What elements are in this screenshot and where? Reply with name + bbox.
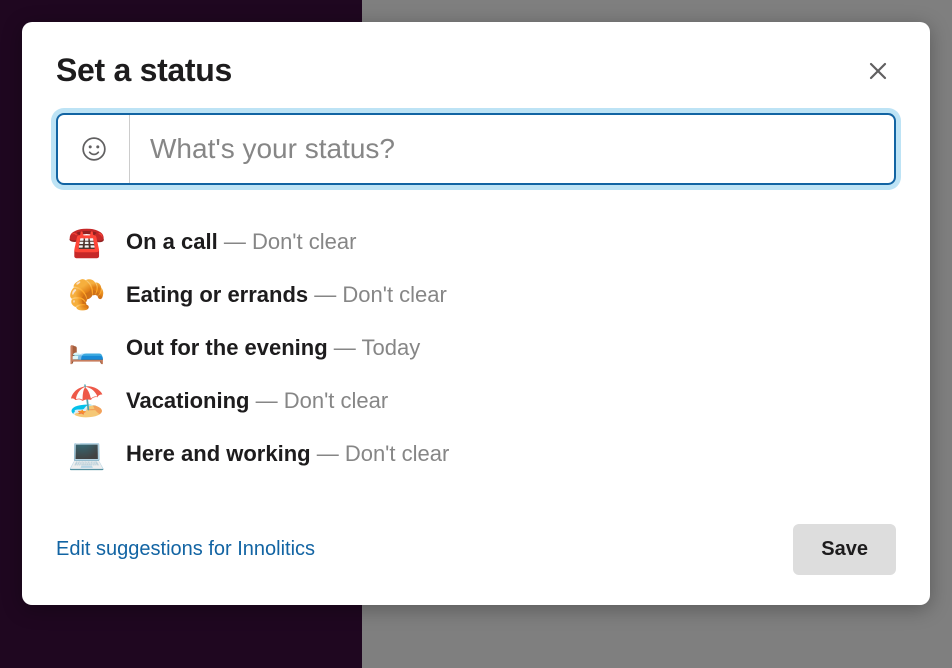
separator: — [249,388,283,413]
suggestion-duration: Don't clear [284,388,388,413]
croissant-icon: 🥐 [68,278,104,313]
modal-footer: Edit suggestions for Innolitics Save [56,524,896,575]
edit-suggestions-link[interactable]: Edit suggestions for Innolitics [56,538,315,561]
separator: — [311,441,345,466]
laptop-icon: 💻 [68,437,104,472]
suggestion-duration: Today [362,335,421,360]
modal-title: Set a status [56,52,232,89]
status-suggestions-list: ☎️ On a call — Don't clear 🥐 Eating or e… [56,217,896,480]
suggestion-label: Eating or errands [126,282,308,307]
close-button[interactable] [860,53,896,89]
separator: — [308,282,342,307]
separator: — [218,229,252,254]
suggestion-label: Vacationing [126,388,249,413]
suggestion-item[interactable]: 🥐 Eating or errands — Don't clear [68,270,896,321]
suggestion-label: Here and working [126,441,311,466]
bed-icon: 🛏️ [68,331,104,366]
suggestion-item[interactable]: 🛏️ Out for the evening — Today [68,323,896,374]
beach-icon: 🏖️ [68,384,104,419]
suggestion-item[interactable]: 🏖️ Vacationing — Don't clear [68,376,896,427]
suggestion-label: Out for the evening [126,335,328,360]
suggestion-text: Out for the evening — Today [126,334,420,363]
suggestion-label: On a call [126,229,218,254]
suggestion-item[interactable]: ☎️ On a call — Don't clear [68,217,896,268]
save-button[interactable]: Save [793,524,896,575]
suggestion-duration: Don't clear [342,282,446,307]
separator: — [328,335,362,360]
suggestion-item[interactable]: 💻 Here and working — Don't clear [68,429,896,480]
status-input[interactable] [130,115,894,183]
suggestion-text: Vacationing — Don't clear [126,387,388,416]
emoji-picker-button[interactable] [58,115,130,183]
suggestion-duration: Don't clear [345,441,449,466]
suggestion-text: On a call — Don't clear [126,228,356,257]
suggestion-text: Eating or errands — Don't clear [126,281,447,310]
close-icon [866,59,890,83]
set-status-modal: Set a status ☎️ On a call — Don't clear [22,22,930,605]
modal-header: Set a status [56,52,896,89]
suggestion-duration: Don't clear [252,229,356,254]
suggestion-text: Here and working — Don't clear [126,440,449,469]
smiley-icon [81,136,107,162]
phone-icon: ☎️ [68,225,104,260]
status-input-container [56,113,896,185]
